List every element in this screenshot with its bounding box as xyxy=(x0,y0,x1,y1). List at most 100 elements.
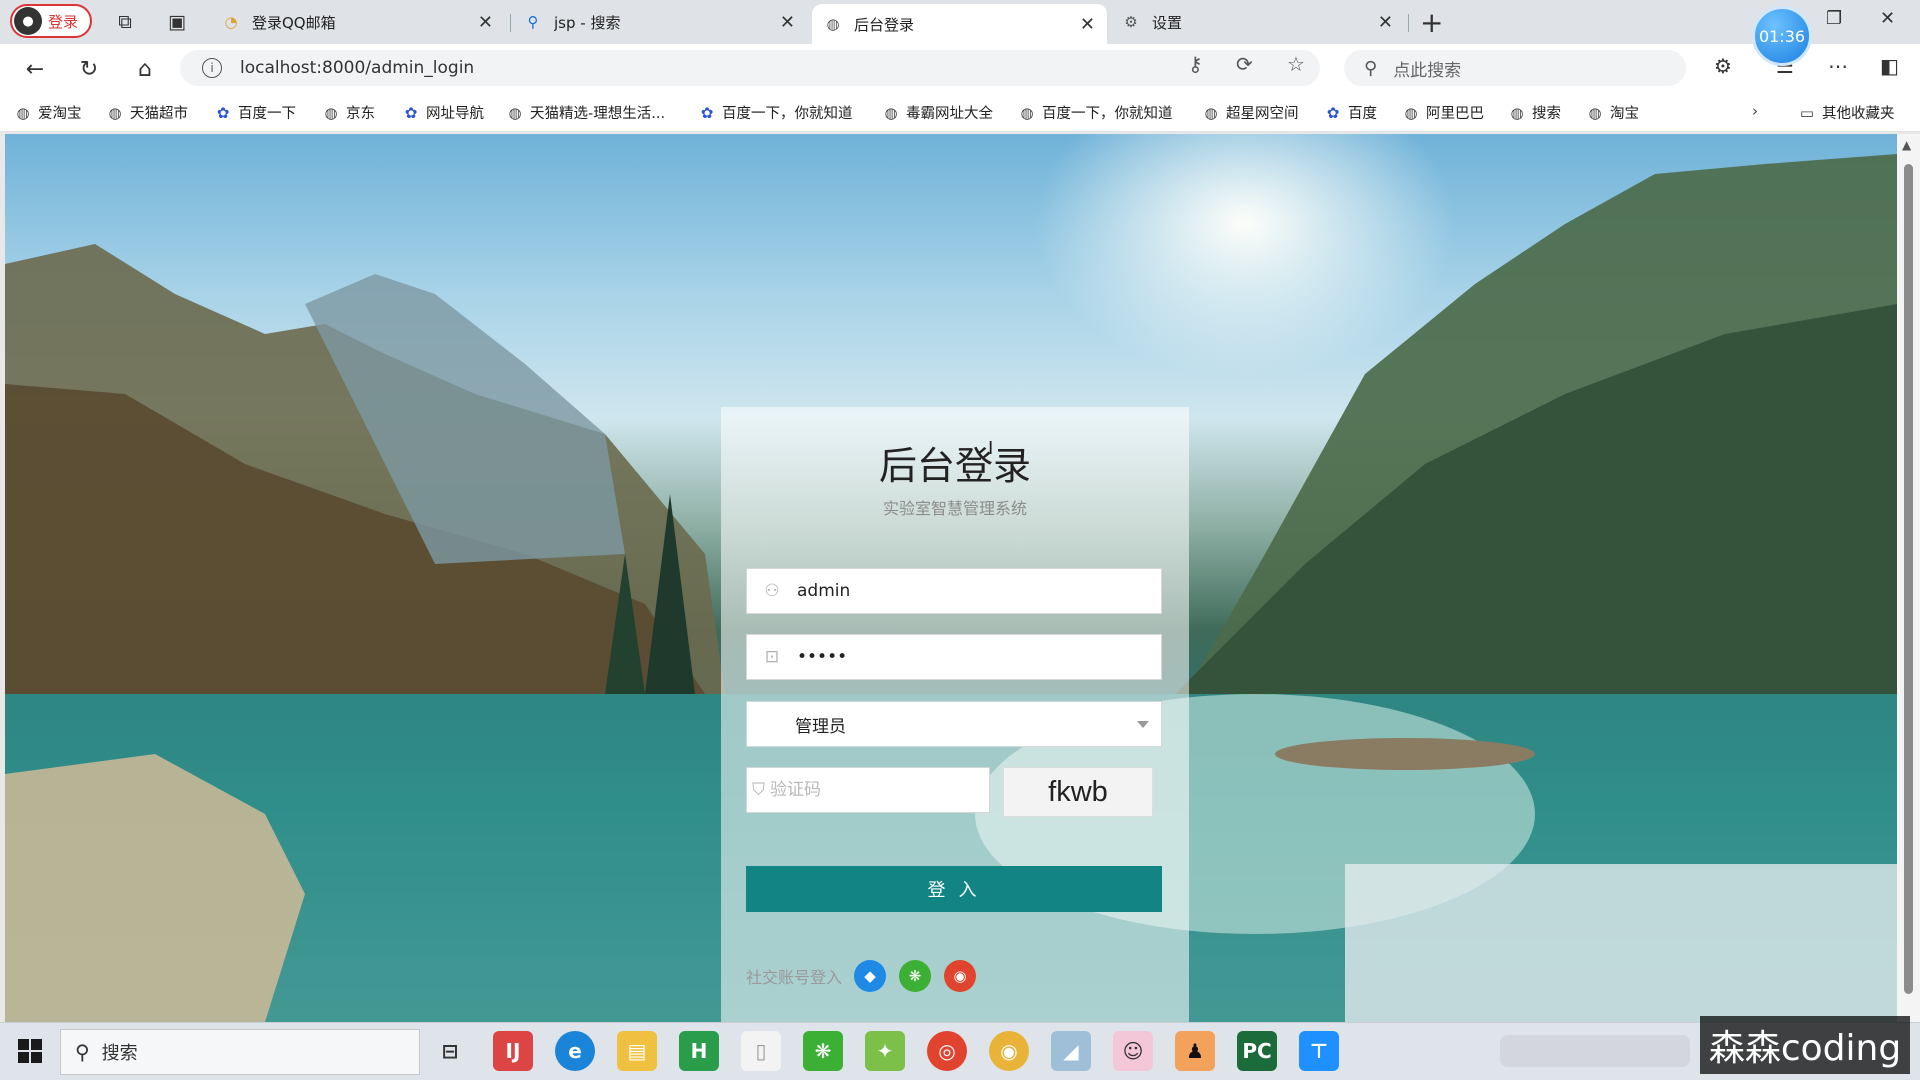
weibo-icon[interactable]: ◉ xyxy=(944,960,977,992)
bookmark-label: 京东 xyxy=(346,106,375,122)
bookmark-item[interactable]: ◍ 天猫超市 xyxy=(106,102,188,123)
username-input[interactable] xyxy=(797,569,1161,613)
notes-app-icon[interactable]: ◢ xyxy=(1051,1031,1091,1071)
tab-title: 后台登录 xyxy=(854,15,915,34)
back-button[interactable]: ← xyxy=(20,54,50,84)
close-icon[interactable]: ✕ xyxy=(780,12,795,33)
profile-button[interactable]: ● 登录 xyxy=(10,4,92,38)
wechat-icon[interactable]: ❋ xyxy=(899,960,932,992)
watermark: 森森coding xyxy=(1700,1016,1910,1074)
bookmark-item[interactable]: ✿ 网址导航 xyxy=(402,102,484,123)
taskbar-search[interactable]: ⚲ 搜索 xyxy=(60,1029,420,1075)
bookmark-item[interactable]: ◍ 百度一下，你就知道 xyxy=(1018,102,1173,123)
password-input[interactable] xyxy=(797,635,1161,679)
bookmark-item[interactable]: ✿ 百度 xyxy=(1324,102,1377,123)
windows-start-icon[interactable] xyxy=(18,1039,42,1063)
document-icon[interactable]: ▯ xyxy=(741,1031,781,1071)
globe-icon: ◍ xyxy=(16,103,30,122)
blue-app-icon[interactable]: ⊤ xyxy=(1299,1031,1339,1071)
more-menu-icon[interactable]: ⋯ xyxy=(1828,54,1848,78)
captcha-input[interactable] xyxy=(770,768,989,812)
bookmark-label: 天猫超市 xyxy=(130,106,188,122)
role-select[interactable]: 管理员 xyxy=(746,701,1162,747)
search-box[interactable]: ⚲ 点此搜索 xyxy=(1344,50,1686,86)
password-field[interactable]: ⊡ xyxy=(746,634,1162,680)
bookmark-item[interactable]: ◍ 爱淘宝 xyxy=(14,102,81,123)
bookmark-label: 天猫精选-理想生活... xyxy=(530,106,666,122)
blurred-overlay xyxy=(1345,864,1897,1022)
chrome-icon[interactable]: ◉ xyxy=(989,1031,1029,1071)
bookmark-item[interactable]: ◍ 淘宝 xyxy=(1586,102,1639,123)
captcha-field[interactable]: ⛉ xyxy=(746,767,990,813)
globe-icon: ◍ xyxy=(508,103,522,122)
scrollbar-thumb[interactable] xyxy=(1904,164,1913,994)
edge-browser-icon[interactable]: e xyxy=(555,1031,595,1071)
hbuilder-icon[interactable]: H xyxy=(679,1031,719,1071)
login-button[interactable]: 登 入 xyxy=(746,866,1162,912)
tab-title: jsp - 搜索 xyxy=(554,13,621,32)
qq-icon[interactable]: ◆ xyxy=(854,960,887,992)
avatar-app-icon[interactable]: ☺ xyxy=(1113,1031,1153,1071)
close-window-icon[interactable]: ✕ xyxy=(1880,8,1895,29)
sidebar-icon[interactable]: ◧ xyxy=(1880,54,1899,78)
tab-admin-login[interactable]: ◍ 后台登录 ✕ xyxy=(812,4,1107,44)
bookmark-label: 毒霸网址大全 xyxy=(906,106,993,122)
bookmark-item[interactable]: ◍ 阿里巴巴 xyxy=(1402,102,1484,123)
task-view-icon[interactable]: ⊟ xyxy=(430,1031,470,1071)
login-card: 后台登录 实验室智慧管理系统 ⚇ ⊡ 管理员 ⛉ fkwb 登 入 社交账号登入… xyxy=(721,407,1189,1022)
bookmark-item[interactable]: ✿ 百度一下 xyxy=(214,102,296,123)
close-icon[interactable]: ✕ xyxy=(1378,12,1393,33)
pycharm-icon[interactable]: PC xyxy=(1237,1031,1277,1071)
system-tray[interactable] xyxy=(1500,1035,1690,1067)
globe-icon: ◍ xyxy=(1404,103,1418,122)
close-icon[interactable]: ✕ xyxy=(1080,14,1095,35)
tab-settings[interactable]: ⚙ 设置 ✕ xyxy=(1110,4,1405,40)
intellij-icon[interactable]: IJ xyxy=(493,1031,533,1071)
globe-icon: ◍ xyxy=(826,15,840,33)
taskbar-search-placeholder: 搜索 xyxy=(101,1043,138,1064)
home-button[interactable]: ⌂ xyxy=(130,54,160,84)
bookmark-label: 百度一下，你就知道 xyxy=(1042,106,1173,122)
island xyxy=(1275,738,1535,770)
netease-music-icon[interactable]: ◎ xyxy=(927,1031,967,1071)
tab-divider xyxy=(510,14,511,32)
other-bookmarks[interactable]: ▭ 其他收藏夹 xyxy=(1798,102,1895,123)
tab-actions-icon[interactable]: ▣ xyxy=(164,9,190,35)
favorite-star-icon[interactable]: ☆ xyxy=(1287,52,1305,76)
bookmark-item[interactable]: ◍ 搜索 xyxy=(1508,102,1561,123)
file-explorer-icon[interactable]: ▤ xyxy=(617,1031,657,1071)
captcha-image[interactable]: fkwb xyxy=(1003,767,1153,817)
baidu-paw-icon: ✿ xyxy=(700,103,714,122)
bookmark-item[interactable]: ◍ 天猫精选-理想生活... xyxy=(506,102,665,123)
key-icon[interactable]: ⚷ xyxy=(1188,52,1203,76)
close-icon[interactable]: ✕ xyxy=(478,12,493,33)
refresh-button[interactable]: ↻ xyxy=(74,54,104,84)
globe-icon: ◍ xyxy=(1204,103,1218,122)
restore-window-icon[interactable]: ❐ xyxy=(1826,8,1842,29)
username-field[interactable]: ⚇ xyxy=(746,568,1162,614)
page-scrollbar[interactable]: ▲ xyxy=(1897,134,1920,1022)
new-tab-button[interactable]: + xyxy=(1420,6,1443,39)
bookmark-label: 百度一下，你就知道 xyxy=(722,106,853,122)
social-login-row: 社交账号登入 ◆ ❋ ◉ xyxy=(746,960,989,992)
scroll-up-arrow-icon[interactable]: ▲ xyxy=(1902,138,1911,152)
qq-icon[interactable]: ♟ xyxy=(1175,1031,1215,1071)
bookmark-label: 百度 xyxy=(1348,106,1377,122)
tab-jsp-search[interactable]: ⚲ jsp - 搜索 ✕ xyxy=(512,4,807,40)
info-icon[interactable]: i xyxy=(202,58,222,78)
bookmark-item[interactable]: ◍ 毒霸网址大全 xyxy=(882,102,993,123)
bookmark-item[interactable]: ✿ 百度一下，你就知道 xyxy=(698,102,853,123)
search-icon: ⚲ xyxy=(1364,57,1378,79)
extensions-icon[interactable]: ⚙ xyxy=(1714,54,1732,78)
bookmark-item[interactable]: ◍ 超星网空间 xyxy=(1202,102,1298,123)
tab-qq-mail[interactable]: ◔ 登录QQ邮箱 ✕ xyxy=(210,4,505,40)
bookmarks-overflow-chevron-icon[interactable]: › xyxy=(1746,102,1770,120)
refresh-circle-icon[interactable]: ⟳ xyxy=(1236,52,1253,76)
bookmark-label: 淘宝 xyxy=(1610,106,1639,122)
wechat-icon[interactable]: ❋ xyxy=(803,1031,843,1071)
workspaces-icon[interactable]: ⧉ xyxy=(112,9,138,35)
address-bar[interactable]: i localhost:8000/admin_login xyxy=(180,50,1320,86)
search-icon: ⚲ xyxy=(75,1040,90,1064)
green-app-icon[interactable]: ✦ xyxy=(865,1031,905,1071)
bookmark-item[interactable]: ◍ 京东 xyxy=(322,102,375,123)
